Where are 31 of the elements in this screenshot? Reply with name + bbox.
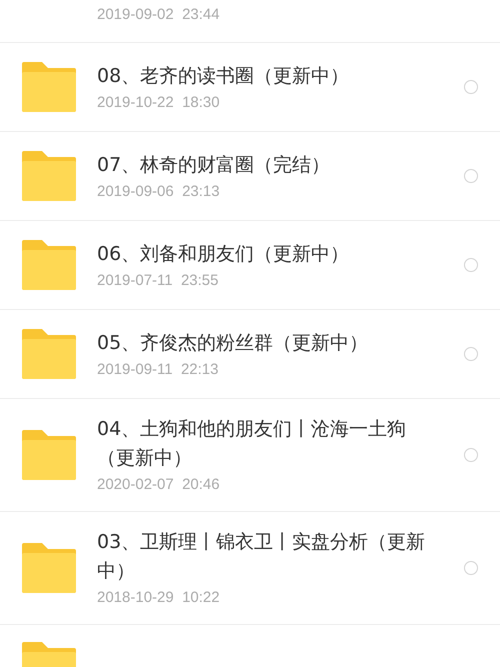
radio-button[interactable] bbox=[464, 258, 478, 272]
folder-icon bbox=[22, 62, 76, 112]
date-time: 2020-02-07 20:46 bbox=[97, 475, 221, 495]
folder-icon bbox=[22, 329, 76, 379]
date-time: 2019-10-22 18:30 bbox=[97, 92, 221, 112]
folder-row[interactable]: 03、卫斯理丨锦衣卫丨实盘分析（更新中） 2018-10-29 10:22 bbox=[0, 512, 500, 625]
radio-button[interactable] bbox=[464, 169, 478, 183]
folder-title: 06、刘备和朋友们（更新中） bbox=[97, 242, 350, 266]
folder-icon bbox=[22, 240, 76, 290]
folder-row[interactable]: 06、刘备和朋友们（更新中） 2019-07-11 23:55 bbox=[0, 221, 500, 310]
folder-row[interactable]: 04、土狗和他的朋友们丨沧海一土狗（更新中） 2020-02-07 20:46 bbox=[0, 399, 500, 512]
radio-button[interactable] bbox=[464, 561, 478, 575]
folder-title: 08、老齐的读书圈（更新中） bbox=[97, 64, 350, 88]
folder-row[interactable]: 07、林奇的财富圈（完结） 2019-09-06 23:13 bbox=[0, 132, 500, 221]
folder-row[interactable]: 08、老齐的读书圈（更新中） 2019-10-22 18:30 bbox=[0, 43, 500, 132]
folder-row[interactable]: 05、齐俊杰的粉丝群（更新中） 2019-09-11 22:13 bbox=[0, 310, 500, 399]
folder-icon bbox=[22, 430, 76, 480]
folder-icon bbox=[22, 151, 76, 201]
date-time: 2019-09-06 23:13 bbox=[97, 182, 221, 202]
date-time: 2019-09-11 22:13 bbox=[97, 360, 220, 380]
folder-icon bbox=[22, 543, 76, 593]
folder-title: 04、土狗和他的朋友们丨沧海一土狗（更新中） bbox=[97, 417, 408, 471]
folder-title: 05、齐俊杰的粉丝群（更新中） bbox=[97, 330, 370, 356]
radio-button[interactable] bbox=[464, 80, 478, 94]
date-time: 2018-10-29 10:22 bbox=[97, 588, 221, 608]
date-time: 2019-07-11 23:55 bbox=[97, 270, 220, 290]
folder-title: 07、林奇的财富圈（完结） bbox=[97, 152, 332, 178]
folder-title: 03、卫斯理丨锦衣卫丨实盘分析（更新中） bbox=[97, 530, 426, 584]
date-time: 2019-09-02 23:44 bbox=[97, 5, 220, 25]
radio-button[interactable] bbox=[464, 347, 478, 361]
radio-button[interactable] bbox=[464, 448, 478, 462]
